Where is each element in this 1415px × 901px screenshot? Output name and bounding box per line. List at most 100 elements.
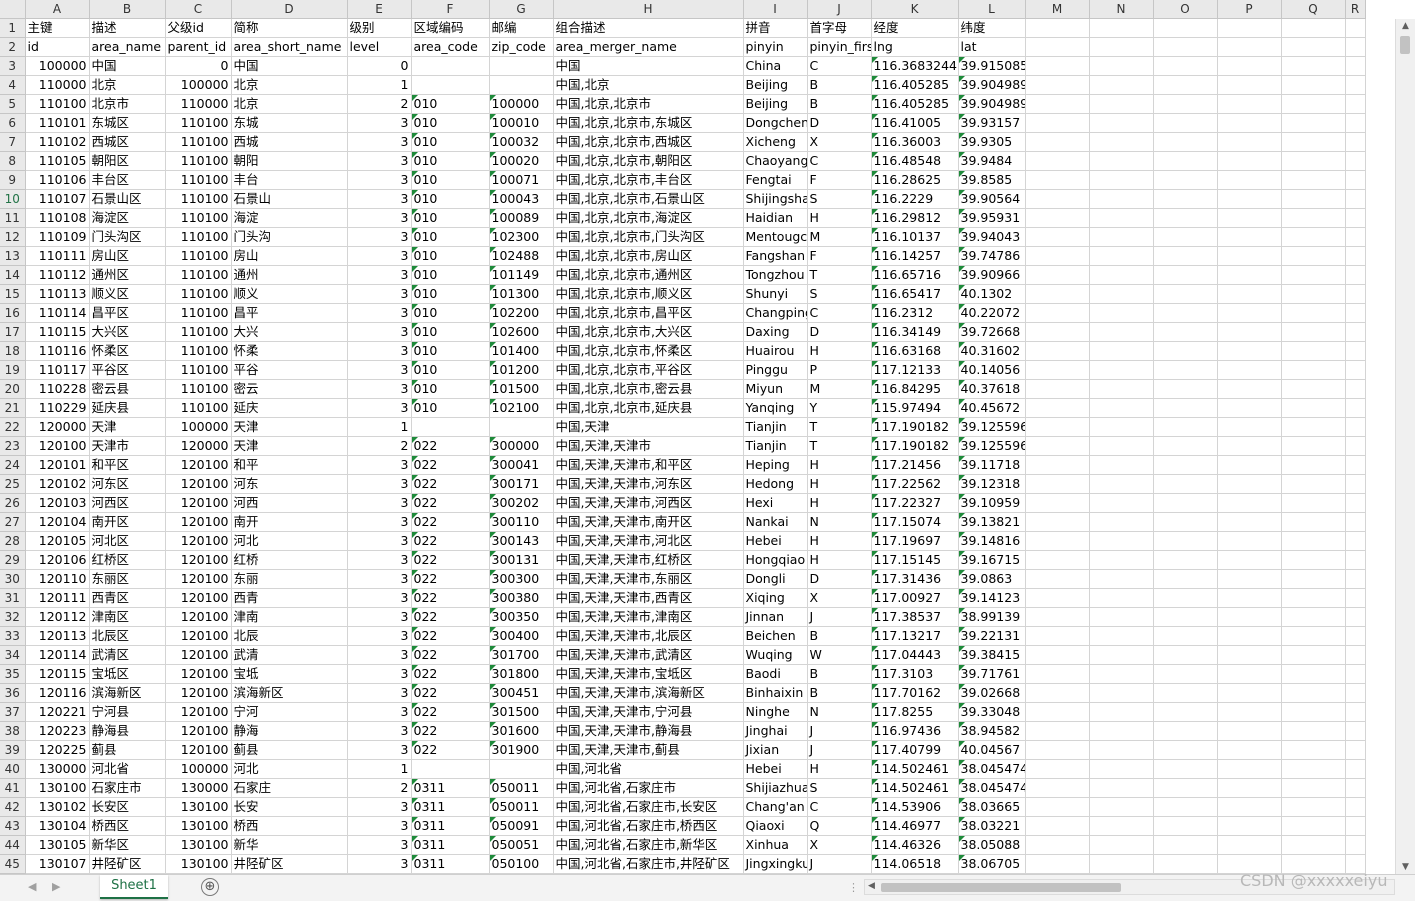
cell[interactable]: 116.36003 [871, 132, 959, 152]
row-header[interactable]: 24 [0, 455, 26, 475]
cell[interactable]: 门头沟区 [89, 227, 166, 247]
cell[interactable]: 中国 [231, 56, 348, 76]
cell[interactable]: 130100 [165, 797, 232, 817]
cell[interactable]: level [347, 37, 412, 57]
cell[interactable]: 中国,天津,天津市,和平区 [553, 455, 744, 475]
cell[interactable]: Jinghai [743, 721, 808, 741]
cell[interactable]: Hebei [743, 531, 808, 551]
cell[interactable] [1345, 151, 1366, 171]
cell[interactable]: 101500 [489, 379, 554, 399]
cell[interactable]: 长安 [231, 797, 348, 817]
cell[interactable]: 40.45672 [958, 398, 1026, 418]
row-header[interactable]: 10 [0, 189, 26, 209]
cell[interactable] [1089, 208, 1154, 228]
column-header[interactable]: R [1345, 0, 1366, 19]
row-header[interactable]: 22 [0, 417, 26, 437]
cell[interactable] [1153, 170, 1218, 190]
cell[interactable] [1025, 474, 1090, 494]
cell[interactable]: 101300 [489, 284, 554, 304]
scroll-up-icon[interactable]: ▲ [1396, 19, 1415, 33]
cell[interactable]: 宁河县 [89, 702, 166, 722]
cell[interactable] [1025, 816, 1090, 836]
cell[interactable] [1025, 835, 1090, 855]
cell[interactable] [1345, 94, 1366, 114]
row-header[interactable]: 8 [0, 151, 26, 171]
cell[interactable] [1153, 132, 1218, 152]
cell[interactable]: Yanqing [743, 398, 808, 418]
cell[interactable] [1281, 645, 1346, 665]
cell[interactable]: 津南区 [89, 607, 166, 627]
cell[interactable] [1345, 37, 1366, 57]
cell[interactable]: 0311 [411, 816, 490, 836]
cell[interactable]: 110116 [25, 341, 90, 361]
cell[interactable]: 3 [347, 132, 412, 152]
row-header[interactable]: 41 [0, 778, 26, 798]
cell[interactable]: 117.13217 [871, 626, 959, 646]
cell[interactable]: Tongzhou [743, 265, 808, 285]
cell[interactable]: 120100 [165, 683, 232, 703]
cell[interactable] [1281, 474, 1346, 494]
cell[interactable] [1281, 170, 1346, 190]
cell[interactable]: 中国,天津,天津市,宝坻区 [553, 664, 744, 684]
cell[interactable]: area_code [411, 37, 490, 57]
cell[interactable]: 115.97494 [871, 398, 959, 418]
cell[interactable]: X [807, 132, 872, 152]
cell[interactable]: 114.53906 [871, 797, 959, 817]
cell[interactable]: 116.84295 [871, 379, 959, 399]
cell[interactable]: 主键 [25, 18, 90, 38]
row-header[interactable]: 30 [0, 569, 26, 589]
cell[interactable]: 130100 [165, 854, 232, 874]
cell[interactable]: 100071 [489, 170, 554, 190]
cell[interactable] [1025, 75, 1090, 95]
cell[interactable]: 010 [411, 303, 490, 323]
cell[interactable]: 010 [411, 265, 490, 285]
cell[interactable] [1281, 265, 1346, 285]
cell[interactable]: 117.190182 [871, 417, 959, 437]
cell[interactable]: 中国,天津,天津市,东丽区 [553, 569, 744, 589]
cell[interactable]: 丰台区 [89, 170, 166, 190]
cell[interactable] [1281, 246, 1346, 266]
cell[interactable] [1345, 341, 1366, 361]
cell[interactable] [1025, 854, 1090, 874]
cell[interactable]: 东城区 [89, 113, 166, 133]
cell[interactable]: Haidian [743, 208, 808, 228]
cell[interactable] [1153, 18, 1218, 38]
cell[interactable]: Dongli [743, 569, 808, 589]
scroll-down-icon[interactable]: ▼ [1396, 860, 1415, 874]
cell[interactable] [1217, 436, 1282, 456]
cell[interactable]: 117.70162 [871, 683, 959, 703]
cell[interactable] [1153, 379, 1218, 399]
cell[interactable]: 河西区 [89, 493, 166, 513]
cell[interactable] [1281, 417, 1346, 437]
cell[interactable]: area_name [89, 37, 166, 57]
cell[interactable]: zip_code [489, 37, 554, 57]
cell[interactable]: 2 [347, 94, 412, 114]
cell[interactable]: 3 [347, 227, 412, 247]
cell[interactable]: Shijiazhua [743, 778, 808, 798]
cell[interactable] [1281, 759, 1346, 779]
cell[interactable]: 0311 [411, 778, 490, 798]
cell[interactable] [1089, 816, 1154, 836]
cell[interactable]: 120100 [165, 550, 232, 570]
cell[interactable] [1345, 626, 1366, 646]
cell[interactable]: 3 [347, 797, 412, 817]
cell[interactable]: 100000 [25, 56, 90, 76]
cell[interactable] [1025, 265, 1090, 285]
cell[interactable]: 北京 [231, 75, 348, 95]
cell[interactable]: 38.03665 [958, 797, 1026, 817]
cell[interactable] [1153, 512, 1218, 532]
prev-sheet-icon[interactable]: ◀ [28, 880, 36, 893]
cell[interactable]: 120100 [165, 702, 232, 722]
cell[interactable] [1345, 265, 1366, 285]
cell[interactable]: 中国,北京,北京市,房山区 [553, 246, 744, 266]
cell[interactable]: 39.72668 [958, 322, 1026, 342]
cell[interactable]: 130102 [25, 797, 90, 817]
cell[interactable] [1089, 664, 1154, 684]
cell[interactable]: 中国,北京,北京市,大兴区 [553, 322, 744, 342]
cell[interactable]: 父级id [165, 18, 232, 38]
cell[interactable]: Hedong [743, 474, 808, 494]
cell[interactable] [1153, 360, 1218, 380]
row-header[interactable]: 1 [0, 18, 26, 38]
cell[interactable] [1217, 170, 1282, 190]
row-header[interactable]: 4 [0, 75, 26, 95]
